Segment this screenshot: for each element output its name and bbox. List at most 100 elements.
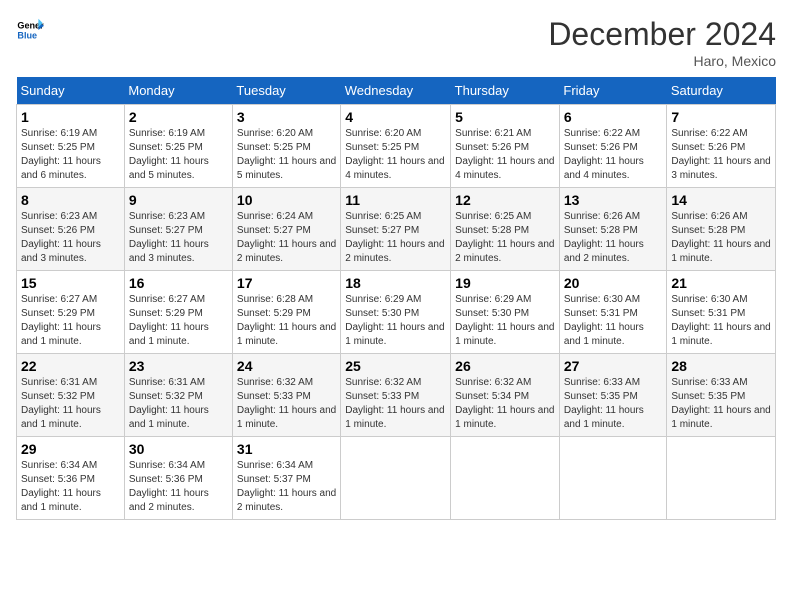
calendar-week-row: 29 Sunrise: 6:34 AM Sunset: 5:36 PM Dayli… [17,437,776,520]
calendar-week-row: 8Sunrise: 6:23 AM Sunset: 5:26 PM Daylig… [17,188,776,271]
day-info: Sunrise: 6:29 AM Sunset: 5:30 PM Dayligh… [455,293,555,349]
calendar-cell: 3 Sunrise: 6:20 AM Sunset: 5:25 PM Daylig… [232,105,340,188]
col-friday: Friday [559,77,667,105]
day-number: 5 [455,109,555,125]
day-info: Sunrise: 6:19 AM Sunset: 5:25 PM Dayligh… [129,127,228,183]
calendar-cell: 28Sunrise: 6:33 AM Sunset: 5:35 PM Dayli… [667,354,776,437]
calendar-cell [341,437,451,520]
day-number: 7 [671,109,771,125]
day-number: 11 [345,192,446,208]
calendar-table: Sunday Monday Tuesday Wednesday Thursday… [16,77,776,520]
day-number: 6 [564,109,663,125]
day-number: 27 [564,358,663,374]
day-number: 16 [129,275,228,291]
day-number: 29 [21,441,120,457]
day-number: 25 [345,358,446,374]
calendar-cell: 12Sunrise: 6:25 AM Sunset: 5:28 PM Dayli… [451,188,560,271]
day-number: 2 [129,109,228,125]
month-title: December 2024 [548,16,776,53]
calendar-cell: 21 Sunrise: 6:30 AM Sunset: 5:31 PM Dayli… [667,271,776,354]
header: General Blue December 2024 Haro, Mexico [16,16,776,69]
calendar-cell: 20 Sunrise: 6:30 AM Sunset: 5:31 PM Dayli… [559,271,667,354]
calendar-cell: 16 Sunrise: 6:27 AM Sunset: 5:29 PM Dayli… [124,271,232,354]
day-number: 18 [345,275,446,291]
day-number: 10 [237,192,336,208]
day-number: 23 [129,358,228,374]
col-monday: Monday [124,77,232,105]
location: Haro, Mexico [548,53,776,69]
day-number: 24 [237,358,336,374]
calendar-cell [559,437,667,520]
day-info: Sunrise: 6:23 AM Sunset: 5:27 PM Dayligh… [129,210,228,266]
day-info: Sunrise: 6:26 AM Sunset: 5:28 PM Dayligh… [671,210,771,266]
day-info: Sunrise: 6:30 AM Sunset: 5:31 PM Dayligh… [564,293,663,349]
day-info: Sunrise: 6:27 AM Sunset: 5:29 PM Dayligh… [21,293,120,349]
calendar-cell: 23 Sunrise: 6:31 AM Sunset: 5:32 PM Dayli… [124,354,232,437]
calendar-header-row: Sunday Monday Tuesday Wednesday Thursday… [17,77,776,105]
calendar-cell: 6 Sunrise: 6:22 AM Sunset: 5:26 PM Daylig… [559,105,667,188]
day-number: 28 [671,358,771,374]
calendar-cell: 24Sunrise: 6:32 AM Sunset: 5:33 PM Dayli… [232,354,340,437]
day-number: 4 [345,109,446,125]
day-info: Sunrise: 6:20 AM Sunset: 5:25 PM Dayligh… [237,127,336,183]
calendar-cell: 1Sunrise: 6:19 AM Sunset: 5:25 PM Daylig… [17,105,125,188]
day-number: 20 [564,275,663,291]
day-info: Sunrise: 6:31 AM Sunset: 5:32 PM Dayligh… [21,376,120,432]
day-number: 8 [21,192,120,208]
col-saturday: Saturday [667,77,776,105]
calendar-cell: 19 Sunrise: 6:29 AM Sunset: 5:30 PM Dayli… [451,271,560,354]
day-info: Sunrise: 6:22 AM Sunset: 5:26 PM Dayligh… [564,127,663,183]
day-number: 21 [671,275,771,291]
day-info: Sunrise: 6:31 AM Sunset: 5:32 PM Dayligh… [129,376,228,432]
day-number: 1 [21,109,120,125]
day-info: Sunrise: 6:27 AM Sunset: 5:29 PM Dayligh… [129,293,228,349]
calendar-cell [667,437,776,520]
day-info: Sunrise: 6:34 AM Sunset: 5:37 PM Dayligh… [237,459,336,515]
col-thursday: Thursday [451,77,560,105]
day-number: 31 [237,441,336,457]
title-area: December 2024 Haro, Mexico [548,16,776,69]
calendar-cell: 22 Sunrise: 6:31 AM Sunset: 5:32 PM Dayli… [17,354,125,437]
col-sunday: Sunday [17,77,125,105]
day-info: Sunrise: 6:30 AM Sunset: 5:31 PM Dayligh… [671,293,771,349]
calendar-cell: 25Sunrise: 6:32 AM Sunset: 5:33 PM Dayli… [341,354,451,437]
day-number: 26 [455,358,555,374]
calendar-cell: 14Sunrise: 6:26 AM Sunset: 5:28 PM Dayli… [667,188,776,271]
day-number: 15 [21,275,120,291]
logo: General Blue [16,16,44,44]
calendar-week-row: 15 Sunrise: 6:27 AM Sunset: 5:29 PM Dayli… [17,271,776,354]
calendar-week-row: 1 Sunrise: 6:19 AM Sunset: 5:25 PM Daylig… [17,105,776,188]
calendar-cell: 31 Sunrise: 6:34 AM Sunset: 5:37 PM Dayli… [232,437,340,520]
col-tuesday: Tuesday [232,77,340,105]
calendar-cell: 7Sunrise: 6:22 AM Sunset: 5:26 PM Daylig… [667,105,776,188]
day-info: Sunrise: 6:33 AM Sunset: 5:35 PM Dayligh… [564,376,663,432]
day-number: 9 [129,192,228,208]
day-info: Sunrise: 6:24 AM Sunset: 5:27 PM Dayligh… [237,210,336,266]
day-info: Sunrise: 6:21 AM Sunset: 5:26 PM Dayligh… [455,127,555,183]
day-number: 12 [455,192,555,208]
day-number: 17 [237,275,336,291]
calendar-cell: 5 Sunrise: 6:21 AM Sunset: 5:26 PM Daylig… [451,105,560,188]
day-info: Sunrise: 6:20 AM Sunset: 5:25 PM Dayligh… [345,127,446,183]
day-number: 19 [455,275,555,291]
calendar-cell: 2 Sunrise: 6:19 AM Sunset: 5:25 PM Daylig… [124,105,232,188]
day-number: 22 [21,358,120,374]
calendar-cell: 26 Sunrise: 6:32 AM Sunset: 5:34 PM Dayli… [451,354,560,437]
calendar-cell: 17 Sunrise: 6:28 AM Sunset: 5:29 PM Dayli… [232,271,340,354]
calendar-cell: 27 Sunrise: 6:33 AM Sunset: 5:35 PM Dayli… [559,354,667,437]
day-info: Sunrise: 6:34 AM Sunset: 5:36 PM Dayligh… [21,459,120,515]
day-info: Sunrise: 6:25 AM Sunset: 5:27 PM Dayligh… [345,210,446,266]
day-info: Sunrise: 6:29 AM Sunset: 5:30 PM Dayligh… [345,293,446,349]
calendar-cell: 29 Sunrise: 6:34 AM Sunset: 5:36 PM Dayli… [17,437,125,520]
calendar-cell: 4 Sunrise: 6:20 AM Sunset: 5:25 PM Daylig… [341,105,451,188]
day-number: 3 [237,109,336,125]
calendar-cell: 15 Sunrise: 6:27 AM Sunset: 5:29 PM Dayli… [17,271,125,354]
day-info: Sunrise: 6:34 AM Sunset: 5:36 PM Dayligh… [129,459,228,515]
calendar-cell: 18 Sunrise: 6:29 AM Sunset: 5:30 PM Dayli… [341,271,451,354]
logo-icon: General Blue [16,16,44,44]
calendar-week-row: 22 Sunrise: 6:31 AM Sunset: 5:32 PM Dayli… [17,354,776,437]
calendar-cell: 11 Sunrise: 6:25 AM Sunset: 5:27 PM Dayli… [341,188,451,271]
day-info: Sunrise: 6:28 AM Sunset: 5:29 PM Dayligh… [237,293,336,349]
day-info: Sunrise: 6:32 AM Sunset: 5:34 PM Dayligh… [455,376,555,432]
day-number: 30 [129,441,228,457]
